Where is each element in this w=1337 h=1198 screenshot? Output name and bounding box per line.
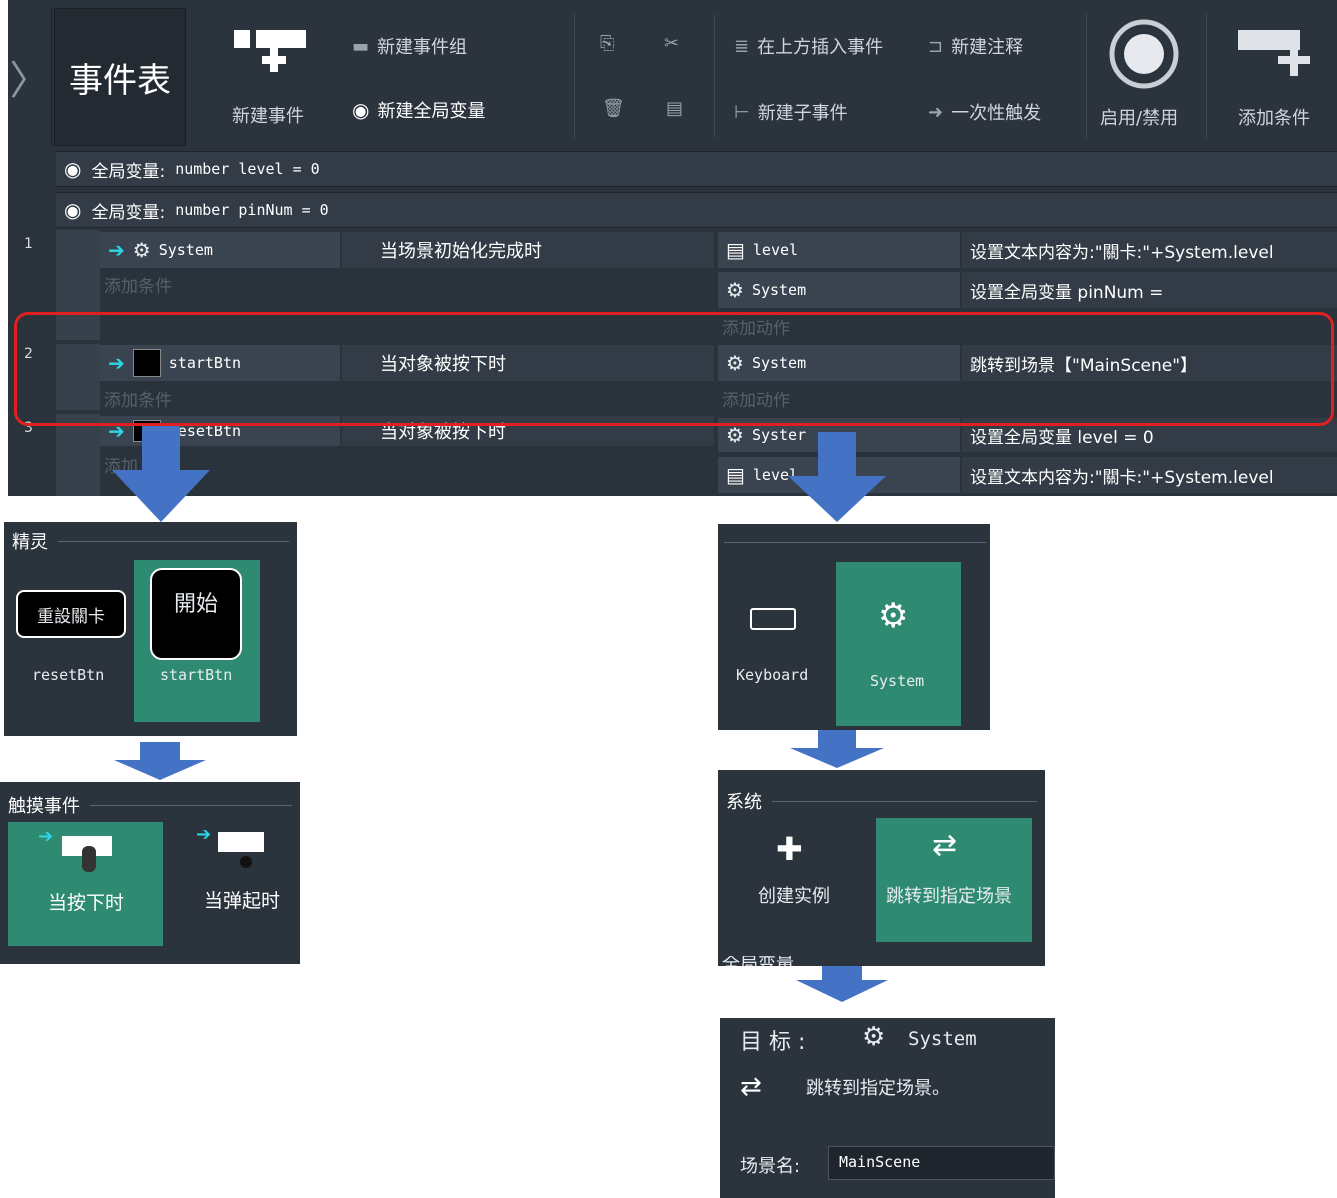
scene-jump-icon: ⇄ xyxy=(932,828,958,863)
trigger-arrow-icon: ➔ xyxy=(38,826,54,847)
target-object: System xyxy=(908,1028,977,1050)
action-params-panel: 目 标 : ⚙ System ⇄ 跳转到指定场景。 场景名: MainScene xyxy=(720,1018,1055,1198)
tile-label: 跳转到指定场景 xyxy=(886,886,1012,907)
scene-jump-icon: ⇄ xyxy=(740,1072,762,1102)
sprite-thumbnail[interactable]: 重設關卡 xyxy=(16,590,126,638)
keyboard-icon xyxy=(750,608,796,630)
tile-label[interactable]: 当弹起时 xyxy=(204,886,280,913)
sprite-label: startBtn xyxy=(160,666,233,684)
finger-icon xyxy=(240,856,252,868)
touch-event-panel: 触摸事件 ➔ 当按下时 ➔ 当弹起时 xyxy=(0,782,300,964)
sprite-panel: 精灵 重設關卡 resetBtn 開始 startBtn xyxy=(4,522,297,736)
panel-header: 精灵 xyxy=(4,522,297,560)
panel-divider xyxy=(724,542,986,543)
object-panel: Keyboard ⚙ System xyxy=(718,524,990,730)
tile-label[interactable]: 创建实例 xyxy=(758,882,830,908)
sprite-tile-selected[interactable]: 開始 startBtn xyxy=(134,560,260,722)
create-instance-icon: ✚ xyxy=(776,830,803,868)
gear-icon: ⚙ xyxy=(878,596,909,636)
panel-header: 触摸事件 xyxy=(0,782,300,824)
action-description: 跳转到指定场景。 xyxy=(806,1078,950,1099)
system-panel: 系统 ✚ 创建实例 ⇄ 跳转到指定场景 全局变量 xyxy=(718,770,1045,966)
system-tile-selected[interactable]: ⚙ System xyxy=(836,562,961,726)
sprite-thumbnail: 開始 xyxy=(150,568,242,660)
panel-header: 系统 xyxy=(718,770,1045,820)
gear-icon: ⚙ xyxy=(862,1022,886,1052)
field-label: 场景名: xyxy=(740,1156,801,1177)
goto-scene-tile-selected[interactable]: ⇄ 跳转到指定场景 xyxy=(876,818,1032,942)
trigger-arrow-icon: ➔ xyxy=(196,824,212,845)
object-label[interactable]: Keyboard xyxy=(736,666,808,684)
sprite-label[interactable]: resetBtn xyxy=(32,666,104,684)
on-press-tile[interactable]: ➔ 当按下时 xyxy=(8,822,163,946)
partial-header: 全局变量 xyxy=(722,956,794,966)
object-label: System xyxy=(870,672,925,690)
release-icon[interactable] xyxy=(218,832,264,852)
tile-label: 当按下时 xyxy=(48,892,125,914)
scene-name-input[interactable]: MainScene xyxy=(828,1146,1055,1180)
target-label: 目 标 : xyxy=(740,1030,806,1055)
finger-icon xyxy=(82,846,96,872)
